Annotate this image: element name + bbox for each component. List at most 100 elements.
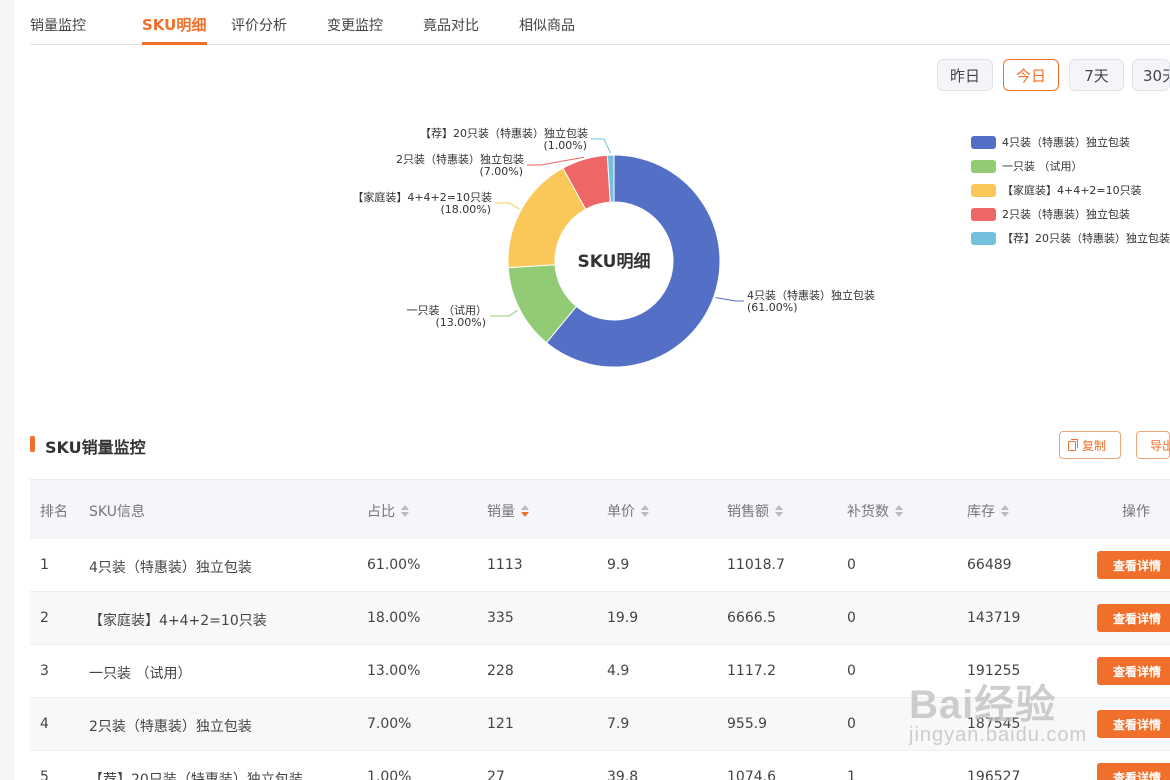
- sort-icon: [1001, 505, 1009, 517]
- section-title: SKU销量监控: [45, 438, 146, 457]
- col-action: 操作: [1122, 504, 1150, 520]
- pie-slice-label: 2只装（特惠装）独立包装: [396, 152, 524, 166]
- pie-slice-percent-label: (7.00%): [479, 165, 523, 178]
- legend-swatch: [971, 207, 996, 221]
- pie-leader-line: [591, 138, 612, 154]
- range-30days-button[interactable]: 30天: [1132, 59, 1170, 91]
- cell-sku: 一只装 （试用）: [89, 666, 192, 682]
- cell-stock: 196527: [967, 769, 1021, 780]
- cell-price: 19.9: [607, 610, 639, 626]
- cell-restock: 0: [847, 716, 856, 732]
- pie-slice-label: 【荐】20只装（特惠装）独立包装: [420, 126, 588, 140]
- view-details-button[interactable]: 查看详情: [1097, 710, 1170, 738]
- tab-competitor-compare[interactable]: 竟品对比: [423, 15, 479, 35]
- col-stock-sortable[interactable]: 库存: [967, 501, 1009, 521]
- col-restock-sortable[interactable]: 补货数: [847, 501, 903, 521]
- cell-sales: 121: [487, 716, 514, 732]
- range-7days-button[interactable]: 7天: [1069, 59, 1124, 91]
- table-row: 1 4只装（特惠装）独立包装 61.00% 1113 9.9 11018.7 0…: [30, 539, 1170, 592]
- legend-item[interactable]: 2只装（特惠装）独立包装: [971, 206, 1130, 222]
- cell-share: 1.00%: [367, 769, 412, 780]
- table-row: 4 2只装（特惠装）独立包装 7.00% 121 7.9 955.9 0 187…: [30, 698, 1170, 751]
- cell-share: 7.00%: [367, 716, 412, 732]
- pie-leader-line: [715, 297, 744, 302]
- copy-button-label: 复制: [1082, 438, 1107, 453]
- tab-sales-monitor[interactable]: 销量监控: [30, 15, 86, 35]
- view-details-button[interactable]: 查看详情: [1097, 763, 1170, 780]
- cell-sales: 27: [487, 769, 505, 780]
- cell-stock: 187545: [967, 716, 1021, 732]
- main-panel: 销量监控 SKU明细 评价分析 变更监控 竟品对比 相似商品 昨日 今日 7天 …: [14, 0, 1170, 780]
- legend-item[interactable]: 【家庭装】4+4+2=10只装: [971, 182, 1142, 198]
- tab-review-analysis[interactable]: 评价分析: [231, 15, 287, 35]
- cell-stock: 66489: [967, 557, 1012, 573]
- legend-item[interactable]: 4只装（特惠装）独立包装: [971, 134, 1130, 150]
- cell-restock: 1: [847, 769, 856, 780]
- legend-label: 【荐】20只装（特惠装）独立包装: [1002, 232, 1170, 245]
- col-rank: 排名: [40, 504, 68, 520]
- sort-icon: [895, 505, 903, 517]
- tab-bar: 销量监控 SKU明细 评价分析 变更监控 竟品对比 相似商品: [30, 0, 1170, 45]
- cell-restock: 0: [847, 610, 856, 626]
- export-button[interactable]: 导出: [1136, 431, 1170, 459]
- sort-desc-icon: [521, 505, 529, 517]
- section-accent-bar: [30, 436, 35, 452]
- sort-icon: [775, 505, 783, 517]
- copy-icon: [1068, 439, 1078, 451]
- legend-label: 2只装（特惠装）独立包装: [1002, 208, 1130, 221]
- legend-item[interactable]: 一只装 （试用）: [971, 158, 1083, 174]
- tab-change-monitor[interactable]: 变更监控: [327, 15, 383, 35]
- col-share-sortable[interactable]: 占比: [367, 501, 409, 521]
- view-details-button[interactable]: 查看详情: [1097, 657, 1170, 685]
- legend-swatch: [971, 231, 996, 245]
- cell-revenue: 1117.2: [727, 663, 776, 679]
- cell-restock: 0: [847, 663, 856, 679]
- range-yesterday-button[interactable]: 昨日: [937, 59, 993, 91]
- pie-slice-percent-label: (18.00%): [440, 203, 491, 216]
- cell-rank: 3: [40, 663, 49, 679]
- legend-swatch: [971, 135, 996, 149]
- pie-leader-line: [495, 202, 520, 210]
- legend-item[interactable]: 【荐】20只装（特惠装）独立包装: [971, 230, 1170, 246]
- cell-revenue: 6666.5: [727, 610, 776, 626]
- cell-price: 39.8: [607, 769, 639, 780]
- pie-slice-percent-label: (1.00%): [543, 139, 587, 152]
- cell-price: 9.9: [607, 557, 630, 573]
- col-sales-sortable[interactable]: 销量: [487, 501, 529, 521]
- col-sku-info: SKU信息: [89, 504, 145, 520]
- range-today-button[interactable]: 今日: [1003, 59, 1059, 91]
- cell-rank: 1: [40, 557, 49, 573]
- cell-revenue: 955.9: [727, 716, 768, 732]
- view-details-button[interactable]: 查看详情: [1097, 604, 1170, 632]
- copy-button[interactable]: 复制: [1059, 431, 1121, 459]
- col-revenue-label: 销售额: [727, 504, 769, 520]
- table-row: 3 一只装 （试用） 13.00% 228 4.9 1117.2 0 19125…: [30, 645, 1170, 698]
- cell-revenue: 11018.7: [727, 557, 785, 573]
- col-revenue-sortable[interactable]: 销售额: [727, 501, 783, 521]
- cell-sku: 2只装（特惠装）独立包装: [89, 719, 252, 735]
- tab-sku-detail[interactable]: SKU明细: [142, 14, 206, 35]
- cell-share: 13.00%: [367, 663, 421, 679]
- col-restock-label: 补货数: [847, 504, 889, 520]
- pie-slice-percent-label: (61.00%): [747, 301, 798, 314]
- cell-restock: 0: [847, 557, 856, 573]
- table-row: 5 【荐】20只装（特惠装）独立包装 1.00% 27 39.8 1074.6 …: [30, 751, 1170, 780]
- pie-slice-label: 【家庭装】4+4+2=10只装: [352, 190, 492, 204]
- col-share-label: 占比: [367, 504, 395, 520]
- legend-label: 4只装（特惠装）独立包装: [1002, 136, 1130, 149]
- col-sales-label: 销量: [487, 504, 515, 520]
- cell-rank: 4: [40, 716, 49, 732]
- cell-share: 61.00%: [367, 557, 421, 573]
- cell-sku: 4只装（特惠装）独立包装: [89, 560, 252, 576]
- sku-share-donut-chart: 4只装（特惠装）独立包装(61.00%)一只装 （试用）(13.00%)【家庭装…: [352, 126, 875, 368]
- table-row: 2 【家庭装】4+4+2=10只装 18.00% 335 19.9 6666.5…: [30, 592, 1170, 645]
- pie-leader-line: [490, 309, 519, 317]
- chart-center-label: SKU明细: [578, 251, 651, 272]
- cell-sales: 335: [487, 610, 514, 626]
- pie-slice-percent-label: (13.00%): [435, 316, 486, 329]
- tab-similar-products[interactable]: 相似商品: [519, 15, 575, 35]
- cell-rank: 2: [40, 610, 49, 626]
- view-details-button[interactable]: 查看详情: [1097, 551, 1170, 579]
- col-price-sortable[interactable]: 单价: [607, 501, 649, 521]
- cell-rank: 5: [40, 769, 49, 780]
